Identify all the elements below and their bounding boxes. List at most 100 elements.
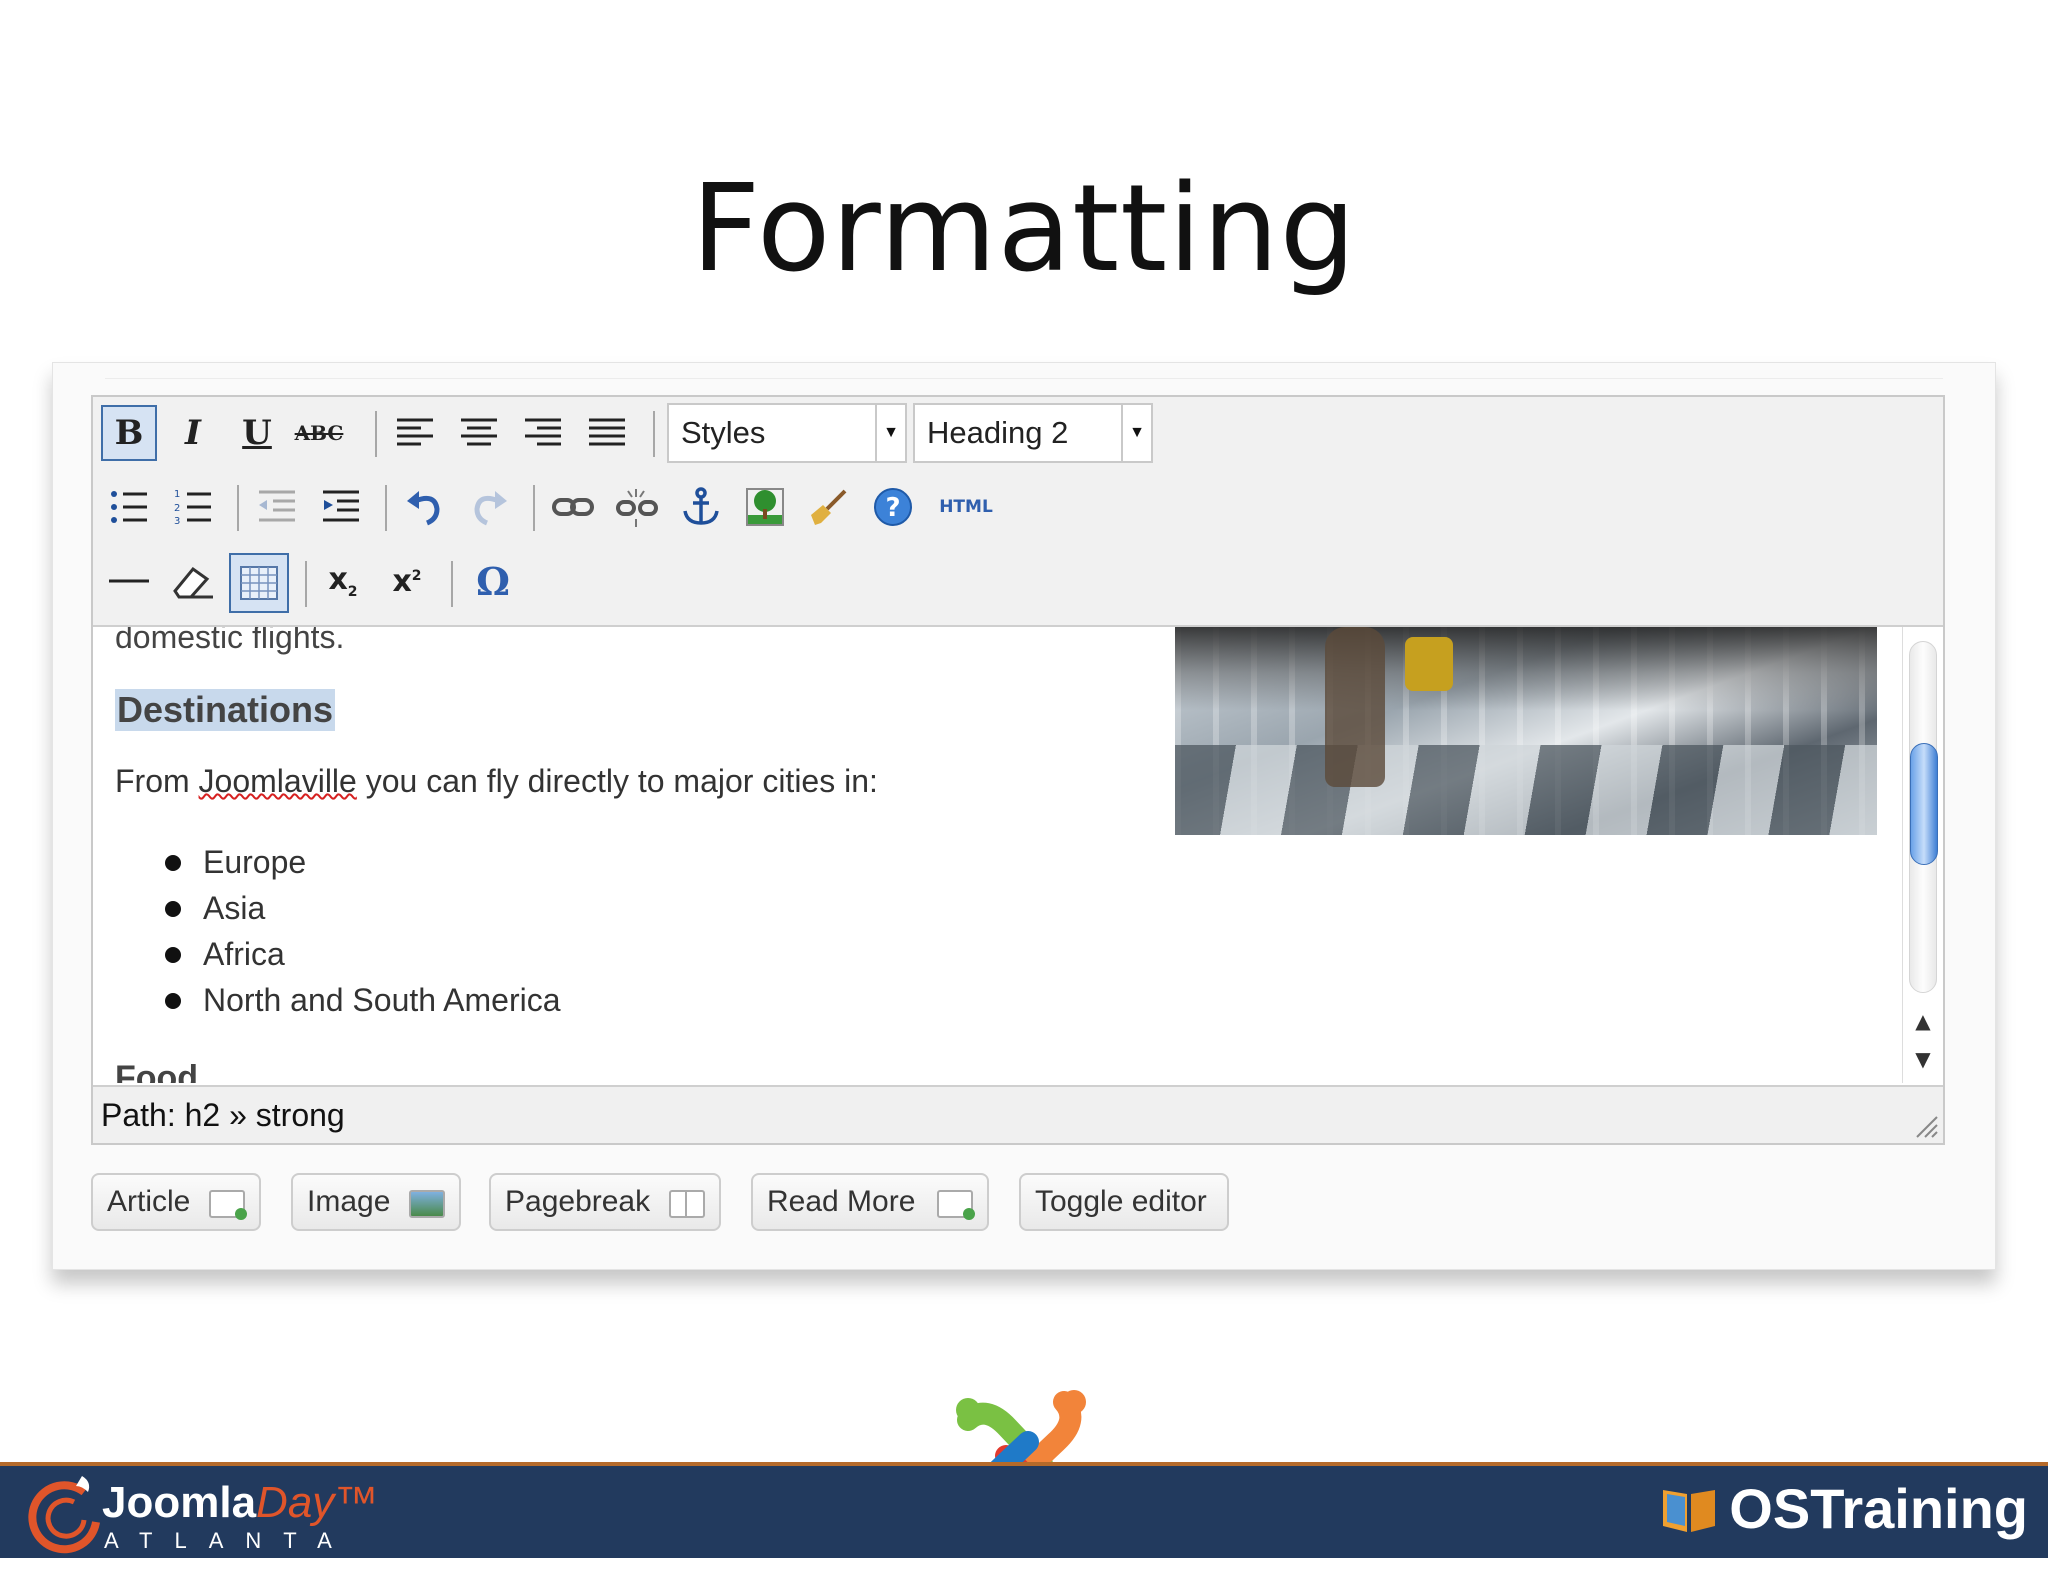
editor-toolbar: B I U ABC Styles ▼ Heading 2 ▼ 1 2 3 ? H… xyxy=(93,397,1943,627)
list-item: Africa xyxy=(165,931,561,977)
html-icon: HTML xyxy=(939,497,993,517)
slide-title: Formatting xyxy=(691,160,1357,299)
chevron-down-icon: ▼ xyxy=(875,405,905,461)
scroll-up-icon[interactable]: ▲ xyxy=(1903,1003,1943,1039)
svg-text:?: ? xyxy=(885,493,900,523)
superscript-icon: x2 xyxy=(392,563,422,599)
image-button[interactable]: Image xyxy=(291,1173,461,1231)
undo-button[interactable] xyxy=(397,479,453,535)
article-button-label: Article xyxy=(107,1185,191,1218)
subscript-button[interactable]: x2 xyxy=(315,553,371,609)
article-icon xyxy=(209,1190,247,1220)
cleanup-button[interactable] xyxy=(801,479,857,535)
align-left-button[interactable] xyxy=(387,405,443,461)
broom-icon xyxy=(811,489,847,525)
align-center-button[interactable] xyxy=(451,405,507,461)
para-text-start: From xyxy=(115,763,199,799)
pagebreak-button[interactable]: Pagebreak xyxy=(489,1173,721,1231)
resize-handle-icon[interactable] xyxy=(1911,1111,1939,1139)
strikethrough-button[interactable]: ABC xyxy=(291,405,347,461)
editor-screenshot: B I U ABC Styles ▼ Heading 2 ▼ 1 2 3 ? H… xyxy=(52,362,1996,1270)
anchor-button[interactable] xyxy=(673,479,729,535)
numbered-list-button[interactable]: 1 2 3 xyxy=(165,479,221,535)
align-right-icon xyxy=(525,418,561,446)
numbered-list-icon: 1 2 3 xyxy=(174,489,211,527)
toggle-editor-button[interactable]: Toggle editor xyxy=(1019,1173,1229,1231)
bullet-list-icon xyxy=(111,491,147,523)
scroll-down-icon[interactable]: ▼ xyxy=(1903,1041,1943,1077)
tinymce-editor: B I U ABC Styles ▼ Heading 2 ▼ 1 2 3 ? H… xyxy=(91,395,1945,1145)
list-item: Asia xyxy=(165,885,561,931)
element-path-bar: Path: h2 » strong xyxy=(93,1085,1943,1143)
misspelled-word: Joomlaville xyxy=(198,763,357,799)
read-more-button-label: Read More xyxy=(767,1185,916,1218)
strikethrough-icon: ABC xyxy=(294,421,344,445)
align-left-icon xyxy=(397,418,433,446)
joomladay-name: Joomla xyxy=(102,1478,257,1527)
bullet-list-button[interactable] xyxy=(101,479,157,535)
scrollbar-thumb[interactable] xyxy=(1910,743,1938,865)
list-item: Europe xyxy=(165,839,561,885)
align-right-button[interactable] xyxy=(515,405,571,461)
redo-icon xyxy=(474,491,507,526)
indent-button[interactable] xyxy=(313,479,369,535)
image-button-label: Image xyxy=(307,1185,391,1218)
pagebreak-button-label: Pagebreak xyxy=(505,1185,651,1218)
heading-destinations: Destinations xyxy=(115,689,336,731)
special-character-button[interactable]: Ω xyxy=(465,553,521,609)
insert-link-button[interactable] xyxy=(545,479,601,535)
vertical-scrollbar[interactable]: ▲ ▼ xyxy=(1902,627,1943,1083)
joomladay-city: ATLANTA xyxy=(104,1528,354,1553)
bold-button[interactable]: B xyxy=(101,405,157,461)
unlink-icon xyxy=(616,489,658,527)
toggle-editor-button-label: Toggle editor xyxy=(1035,1185,1207,1218)
joomladay-swirl-icon xyxy=(28,1476,100,1554)
partial-text-top: domestic flights. xyxy=(115,627,345,655)
horizontal-rule-button[interactable] xyxy=(101,553,157,609)
chevron-down-icon: ▼ xyxy=(1121,405,1151,461)
horizontal-rule-icon xyxy=(109,579,149,583)
styles-select[interactable]: Styles ▼ xyxy=(667,403,907,463)
editor-content[interactable]: domestic flights. Destinations From Joom… xyxy=(93,627,1901,1083)
align-justify-icon xyxy=(589,418,625,446)
read-more-button[interactable]: Read More xyxy=(751,1173,989,1231)
superscript-button[interactable]: x2 xyxy=(379,553,435,609)
joomladay-day: Day™ xyxy=(256,1478,379,1527)
outdent-button[interactable] xyxy=(249,479,305,535)
unlink-button[interactable] xyxy=(609,479,665,535)
table-icon xyxy=(240,566,278,600)
italic-icon: I xyxy=(185,413,201,453)
para-text-end: you can fly directly to major cities in: xyxy=(356,763,878,799)
read-more-icon xyxy=(937,1190,975,1220)
article-button[interactable]: Article xyxy=(91,1173,261,1231)
indent-icon xyxy=(323,490,359,522)
align-justify-button[interactable] xyxy=(579,405,635,461)
format-select[interactable]: Heading 2 ▼ xyxy=(913,403,1153,463)
element-path: Path: h2 » strong xyxy=(101,1096,345,1133)
book-icon xyxy=(1663,1489,1716,1532)
svg-text:2: 2 xyxy=(174,503,180,514)
list-item: North and South America xyxy=(165,977,561,1023)
joomladay-wordmark: JoomlaDay™ xyxy=(102,1478,378,1528)
anchor-icon xyxy=(683,487,719,525)
insert-table-button[interactable] xyxy=(229,553,289,613)
underline-icon: U xyxy=(242,413,272,453)
html-source-button[interactable]: HTML xyxy=(931,479,1001,535)
airport-photo[interactable] xyxy=(1175,627,1877,835)
redo-button[interactable] xyxy=(461,479,517,535)
destinations-list: Europe Asia Africa North and South Ameri… xyxy=(165,839,561,1023)
underline-button[interactable]: U xyxy=(229,405,285,461)
outdent-icon xyxy=(259,490,295,522)
help-icon: ? xyxy=(874,488,912,526)
remove-format-button[interactable] xyxy=(165,553,221,609)
svg-text:3: 3 xyxy=(174,516,180,527)
link-icon xyxy=(552,498,594,516)
italic-button[interactable]: I xyxy=(165,405,221,461)
styles-select-value: Styles xyxy=(681,415,766,450)
help-button[interactable]: ? xyxy=(865,479,921,535)
bold-icon: B xyxy=(114,413,144,453)
format-select-value: Heading 2 xyxy=(927,415,1069,450)
align-center-icon xyxy=(461,418,497,446)
pagebreak-icon xyxy=(669,1190,705,1218)
insert-image-button[interactable] xyxy=(737,479,793,535)
